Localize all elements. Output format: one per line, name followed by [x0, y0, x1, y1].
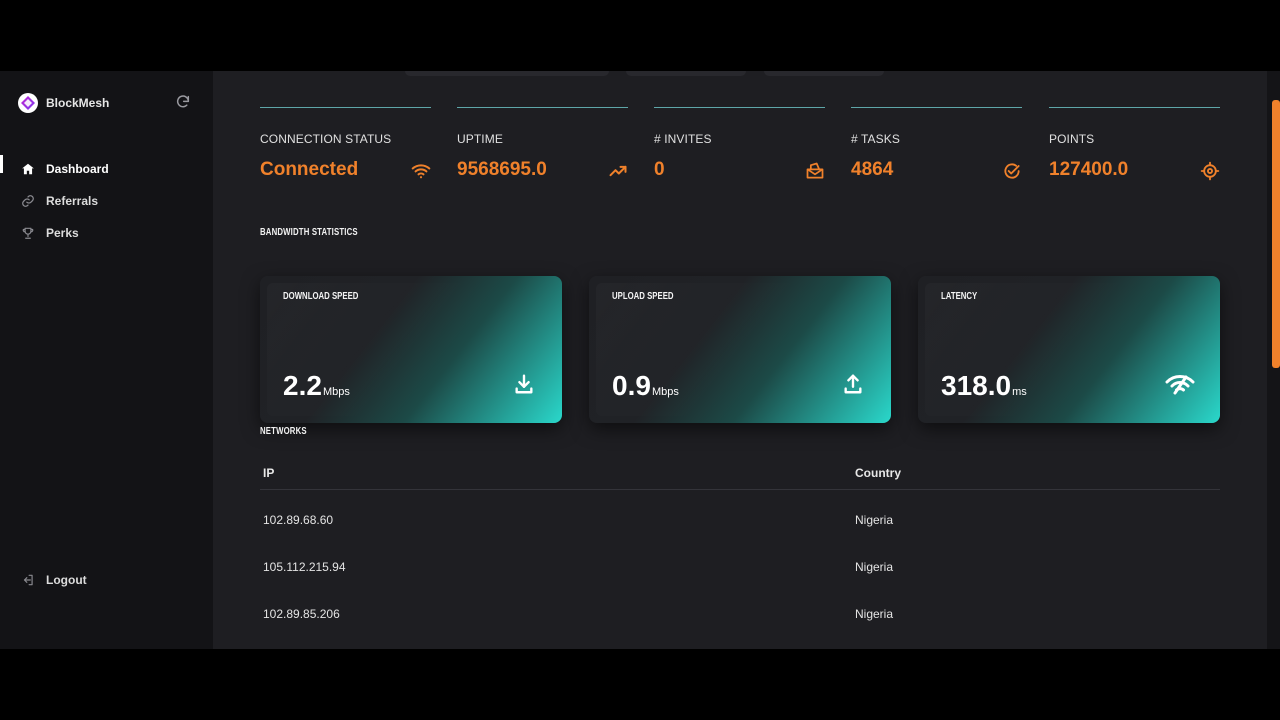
card-unit: Mbps: [651, 386, 679, 398]
column-header-country: Country: [855, 466, 901, 480]
sidebar-item-dashboard[interactable]: Dashboard: [0, 153, 213, 185]
table-row: 102.89.85.206 Nigeria: [260, 584, 1220, 631]
stat-invites: # INVITES 0: [654, 107, 825, 187]
stat-value: 127400.0: [1049, 159, 1129, 180]
sidebar: BlockMesh Dashboard Referrals Perks Logo…: [0, 71, 213, 649]
scrollbar-thumb[interactable]: [1272, 100, 1280, 368]
card-title: UPLOAD SPEED: [612, 291, 674, 302]
cell-country: Nigeria: [855, 513, 894, 527]
cell-ip: 102.89.85.206: [263, 607, 340, 621]
stat-value: 4864: [851, 159, 894, 180]
card-value: 2.2 Mbps: [283, 370, 350, 402]
sidebar-item-referrals[interactable]: Referrals: [0, 185, 213, 217]
sidebar-item-perks[interactable]: Perks: [0, 217, 213, 249]
stat-tasks: # TASKS 4864: [851, 107, 1022, 187]
bandwidth-section-title: BANDWIDTH STATISTICS: [260, 227, 358, 238]
card-title: LATENCY: [941, 291, 978, 302]
top-tab[interactable]: [626, 71, 746, 76]
stat-label: # TASKS: [851, 132, 900, 146]
card-number: 2.2: [283, 370, 322, 401]
cell-country: Nigeria: [855, 560, 894, 574]
app-window: BlockMesh Dashboard Referrals Perks Logo…: [0, 71, 1280, 649]
trophy-icon: [20, 225, 36, 241]
stat-value: 9568695.0: [457, 159, 547, 180]
stat-divider: [457, 107, 628, 108]
table-header: IP Country: [260, 451, 1220, 490]
top-tab[interactable]: [764, 71, 884, 76]
card-number: 318.0: [941, 370, 1012, 401]
trending-up-icon: [608, 161, 628, 181]
stat-label: POINTS: [1049, 132, 1095, 146]
cell-country: Nigeria: [855, 607, 894, 621]
column-header-ip: IP: [263, 466, 275, 480]
logout-button[interactable]: Logout: [0, 569, 213, 591]
card-title: DOWNLOAD SPEED: [283, 291, 359, 302]
card-unit: Mbps: [322, 386, 350, 398]
table-row: 102.89.68.60 Nigeria: [260, 490, 1220, 537]
stat-label: CONNECTION STATUS: [260, 132, 392, 146]
refresh-icon[interactable]: [174, 93, 192, 111]
signal-icon: [1164, 372, 1196, 396]
table-row: 105.112.215.94 Nigeria: [260, 537, 1220, 584]
scrollbar[interactable]: [1267, 71, 1280, 649]
card-unit: ms: [1012, 386, 1027, 398]
networks-table: IP Country 102.89.68.60 Nigeria 105.112.…: [260, 451, 1220, 631]
card-value: 318.0 ms: [941, 370, 1027, 402]
sidebar-item-label: Referrals: [46, 194, 99, 208]
stat-value: 0: [654, 159, 665, 180]
logout-label: Logout: [46, 573, 87, 587]
brand[interactable]: BlockMesh: [18, 93, 109, 113]
sidebar-item-label: Dashboard: [46, 162, 109, 176]
stat-points: POINTS 127400.0: [1049, 107, 1220, 187]
logout-icon: [20, 572, 36, 588]
target-icon: [1200, 161, 1220, 181]
stat-uptime: UPTIME 9568695.0: [457, 107, 628, 187]
sidebar-nav: Dashboard Referrals Perks: [0, 153, 213, 249]
download-icon: [512, 372, 536, 396]
cell-ip: 102.89.68.60: [263, 513, 334, 527]
card-value: 0.9 Mbps: [612, 370, 679, 402]
brand-name: BlockMesh: [46, 96, 110, 110]
upload-speed-card: UPLOAD SPEED 0.9 Mbps: [589, 276, 891, 423]
stat-divider: [851, 107, 1022, 108]
stat-connection-status: CONNECTION STATUS Connected: [260, 107, 431, 187]
wifi-icon: [411, 161, 431, 181]
blockmesh-logo-icon: [18, 93, 38, 113]
latency-card: LATENCY 318.0 ms: [918, 276, 1220, 423]
stat-value: Connected: [260, 159, 359, 180]
check-circle-icon: [1002, 161, 1022, 181]
link-icon: [20, 193, 36, 209]
stat-label: UPTIME: [457, 132, 503, 146]
top-tab[interactable]: [405, 71, 609, 76]
stat-divider: [1049, 107, 1220, 108]
stat-label: # INVITES: [654, 132, 712, 146]
home-icon: [20, 161, 36, 177]
upload-icon: [841, 372, 865, 396]
networks-section-title: NETWORKS: [260, 426, 307, 437]
download-speed-card: DOWNLOAD SPEED 2.2 Mbps: [260, 276, 562, 423]
stat-divider: [260, 107, 431, 108]
card-number: 0.9: [612, 370, 651, 401]
invites-icon: [805, 161, 825, 181]
cell-ip: 105.112.215.94: [263, 560, 346, 574]
sidebar-item-label: Perks: [46, 226, 79, 240]
stat-divider: [654, 107, 825, 108]
